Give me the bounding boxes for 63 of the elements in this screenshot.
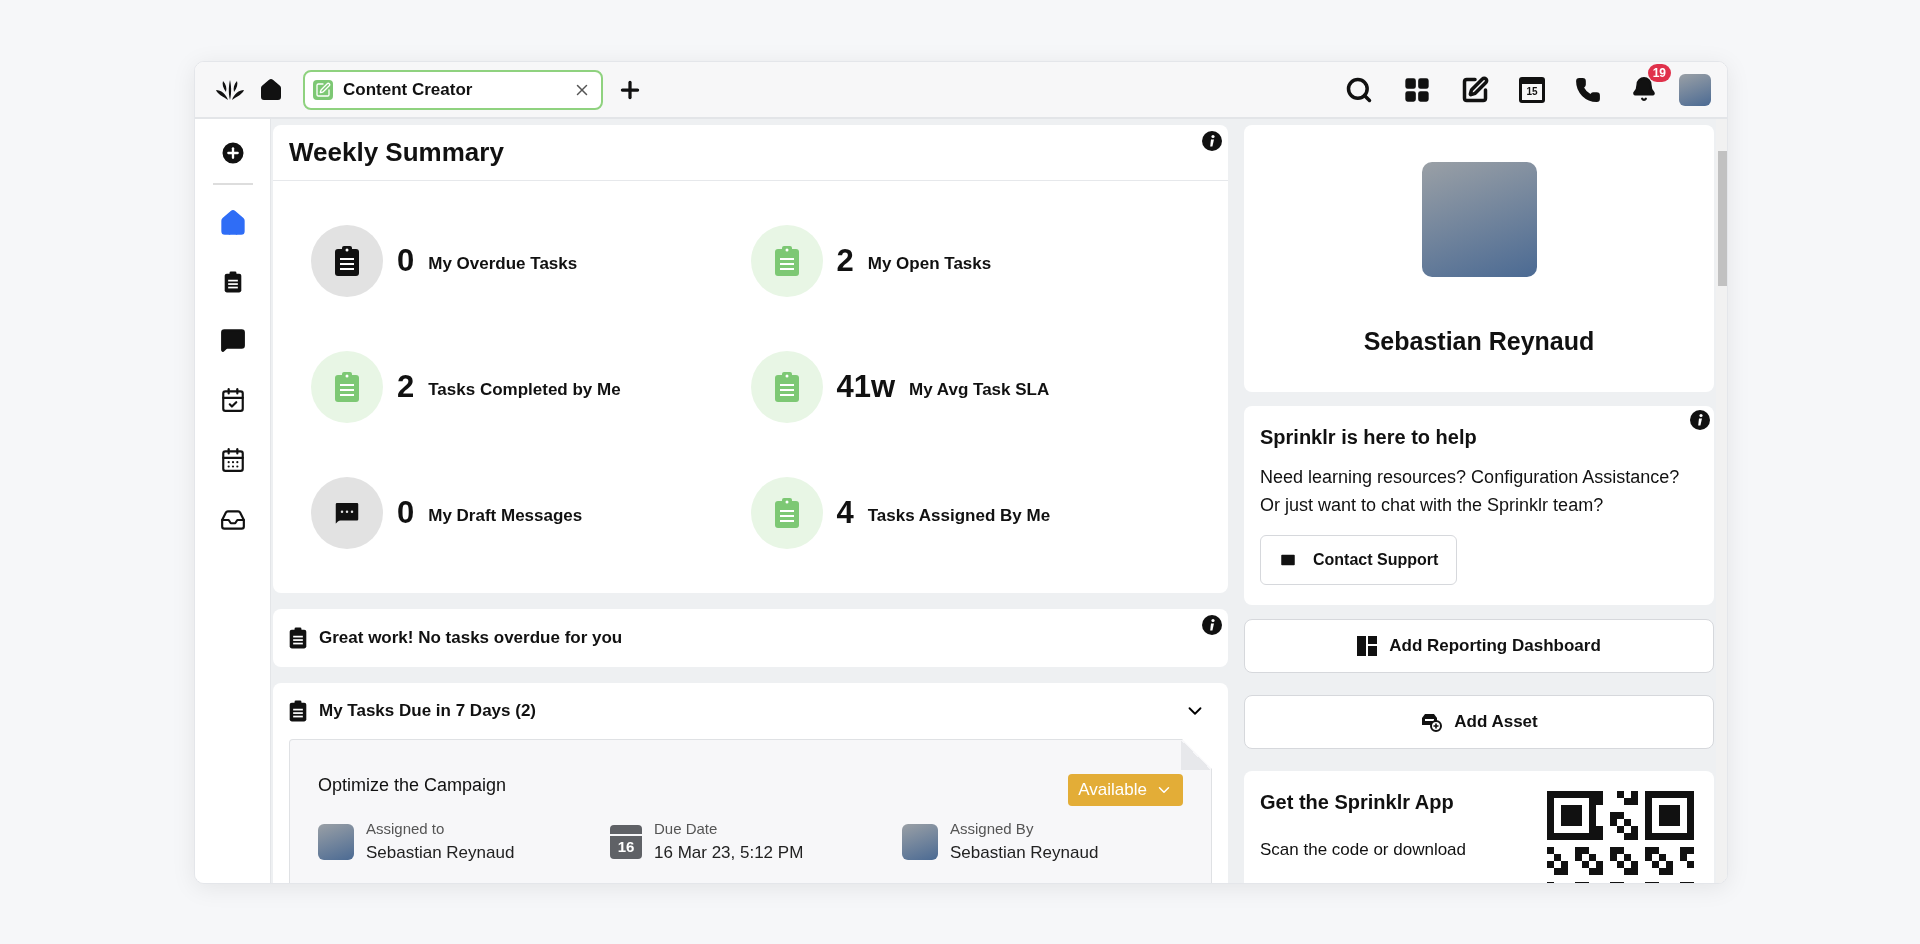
- asset-icon: [1420, 712, 1443, 732]
- stat-label: Tasks Assigned By Me: [867, 506, 1051, 526]
- stat-value: 0: [397, 495, 415, 531]
- stat-value: 0: [397, 243, 415, 279]
- dashboard-icon: [1357, 636, 1378, 656]
- section-title: My Tasks Due in 7 Days (2): [319, 701, 536, 721]
- notice-text: Great work! No tasks overdue for you: [319, 628, 623, 648]
- meta-value: 16 Mar 23, 5:12 PM: [654, 843, 804, 863]
- stat-value: 41w: [836, 369, 896, 405]
- stat-value: 2: [836, 243, 854, 279]
- task-card[interactable]: Optimize the Campaign Available Assigned to Sebastian Reynaud 16 Due Date 16 Mar 23, 5:12 PM Assigned By Sebastian Reynaud: [289, 739, 1212, 883]
- clipboard-icon: [334, 246, 360, 276]
- task-title: Optimize the Campaign: [318, 774, 507, 796]
- info-icon[interactable]: [1202, 131, 1222, 151]
- profile-name: Sebastian Reynaud: [1363, 327, 1595, 356]
- clipboard-icon: [773, 498, 800, 528]
- inbox-icon: [219, 507, 246, 533]
- notification-badge: 19: [1647, 63, 1671, 82]
- home-icon: [218, 209, 247, 237]
- search-icon: [1345, 75, 1373, 104]
- action-button[interactable]: Add Asset: [1244, 695, 1714, 749]
- date-badge: 16: [610, 824, 642, 859]
- checklist-icon: [219, 387, 246, 413]
- meta-label: Assigned By: [950, 820, 1035, 837]
- clipboard-icon: [773, 372, 800, 402]
- promo-text: Scan the code or download: [1260, 840, 1467, 860]
- avatar-placeholder: [318, 823, 354, 860]
- edit-icon: [313, 79, 333, 100]
- help-text: Need learning resources? Configuration Assistance? Or just want to chat with the Sprinklr team?: [1260, 466, 1680, 517]
- stat-value: 4: [836, 495, 854, 531]
- home-icon: [259, 77, 283, 102]
- stat-label: My Draft Messages: [428, 506, 583, 526]
- avatar-placeholder[interactable]: [1679, 73, 1711, 106]
- stat-label: My Avg Task SLA: [909, 380, 1050, 400]
- clipboard-icon: [289, 700, 307, 722]
- contact-support-button[interactable]: Contact Support: [1260, 535, 1458, 585]
- help-title: Sprinklr is here to help: [1260, 426, 1478, 449]
- action-button[interactable]: Add Reporting Dashboard: [1244, 619, 1714, 673]
- clipboard-icon: [223, 271, 242, 293]
- stat-label: My Overdue Tasks: [428, 254, 578, 274]
- meta-value: Sebastian Reynaud: [366, 843, 515, 863]
- meta-label: Due Date: [654, 820, 719, 837]
- card-title: Weekly Summary: [289, 137, 504, 168]
- stat-value: 2: [397, 369, 415, 405]
- clipboard-icon: [334, 372, 360, 402]
- info-icon[interactable]: [1202, 615, 1222, 635]
- grid-icon: [1403, 75, 1431, 104]
- edit-icon: [1461, 75, 1489, 104]
- content-creator-tab[interactable]: Content Creator: [303, 69, 603, 110]
- clipboard-icon: [289, 627, 307, 649]
- meta-label: Assigned to: [366, 820, 446, 837]
- chat-icon: [219, 327, 246, 353]
- avatar-placeholder: [902, 823, 938, 860]
- clipboard-icon: [773, 246, 800, 276]
- notifications-button[interactable]: 19: [1627, 63, 1671, 108]
- phone-icon: [1575, 76, 1601, 103]
- calendar-icon: [219, 447, 246, 473]
- stat-label: My Open Tasks: [867, 254, 992, 274]
- stat-label: Tasks Completed by Me: [428, 380, 621, 400]
- meta-value: Sebastian Reynaud: [950, 843, 1099, 863]
- bell-icon: [1631, 75, 1657, 102]
- info-icon[interactable]: [1690, 410, 1710, 430]
- promo-title: Get the Sprinklr App: [1260, 791, 1455, 814]
